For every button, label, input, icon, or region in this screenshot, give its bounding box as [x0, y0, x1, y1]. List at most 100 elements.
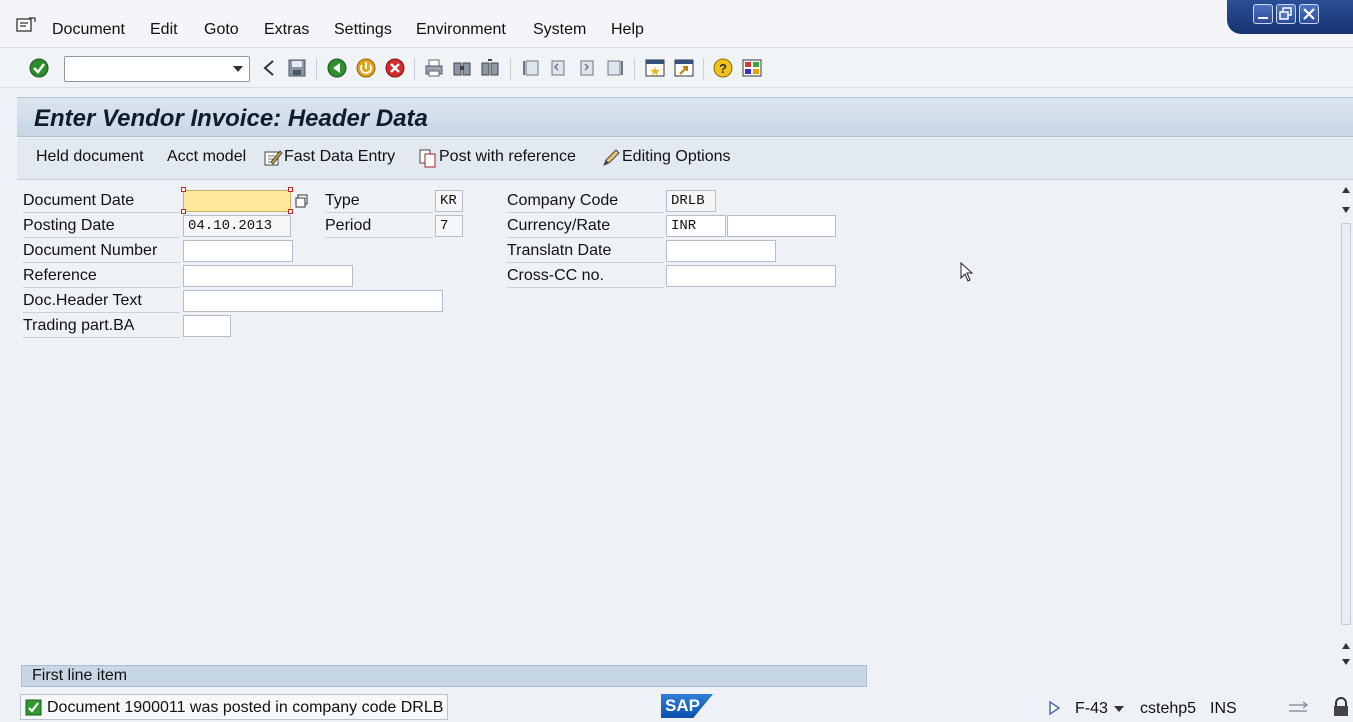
period-field[interactable]: 7 — [435, 215, 463, 237]
window-controls — [1227, 0, 1353, 34]
menu-settings[interactable]: Settings — [334, 21, 392, 39]
currency-rate-label: Currency/Rate — [507, 214, 664, 238]
scroll-down-icon[interactable] — [1342, 659, 1350, 665]
doc-header-text-field[interactable] — [183, 290, 443, 312]
print-icon[interactable] — [423, 57, 445, 79]
company-code-value: DRLB — [671, 193, 705, 209]
posting-date-value: 04.10.2013 — [188, 218, 273, 234]
mouse-cursor-icon — [960, 262, 974, 282]
customize-layout-icon[interactable] — [741, 57, 763, 79]
translatn-date-label: Translatn Date — [507, 239, 664, 263]
previous-page-icon[interactable] — [547, 57, 569, 79]
document-date-label: Document Date — [23, 189, 180, 213]
currency-value: INR — [671, 218, 697, 234]
server-name: cstehp5 — [1140, 700, 1197, 717]
lock-icon — [1334, 697, 1348, 716]
currency-field[interactable]: INR — [666, 215, 726, 237]
screen-title-bar: Enter Vendor Invoice: Header Data — [17, 97, 1353, 137]
find-next-icon[interactable] — [479, 57, 501, 79]
minimize-icon[interactable] — [1253, 4, 1273, 24]
scroll-up-icon[interactable] — [1342, 187, 1350, 193]
posting-date-field[interactable]: 04.10.2013 — [183, 215, 291, 237]
reference-label: Reference — [23, 264, 180, 288]
page-title: Enter Vendor Invoice: Header Data — [34, 105, 428, 132]
menu-help[interactable]: Help — [611, 21, 644, 39]
period-label: Period — [325, 214, 433, 238]
maximize-icon[interactable] — [1276, 4, 1296, 24]
header-data-form: Document Date Posting Date Document Numb… — [17, 181, 1339, 659]
transaction-code: F-43 — [1075, 700, 1108, 717]
create-session-icon[interactable] — [644, 57, 666, 79]
status-bar: Document 1900011 was posted in company c… — [0, 694, 1353, 722]
back-nav-icon[interactable] — [259, 57, 281, 79]
document-date-field[interactable] — [183, 190, 291, 212]
toolbar-separator — [703, 58, 704, 80]
company-code-field[interactable]: DRLB — [666, 190, 716, 212]
type-value: KR — [440, 193, 457, 209]
success-check-icon — [25, 699, 42, 716]
translatn-date-field[interactable] — [666, 240, 776, 262]
find-icon[interactable] — [451, 57, 473, 79]
document-number-label: Document Number — [23, 239, 180, 263]
selection-handle — [288, 187, 293, 192]
fast-data-entry-icon[interactable] — [263, 148, 283, 168]
cross-cc-no-field[interactable] — [666, 265, 836, 287]
status-message[interactable]: Document 1900011 was posted in company c… — [20, 694, 448, 720]
vertical-scrollbar[interactable] — [1339, 181, 1353, 667]
chevron-down-icon[interactable] — [233, 66, 243, 72]
exit-icon[interactable] — [355, 57, 377, 79]
post-with-reference-button[interactable]: Post with reference — [439, 148, 576, 166]
menu-environment[interactable]: Environment — [416, 21, 506, 39]
next-page-icon[interactable] — [576, 57, 598, 79]
shortcut-icon[interactable] — [673, 57, 695, 79]
toolbar-separator — [510, 58, 511, 80]
calendar-help-icon[interactable] — [294, 193, 310, 209]
menu-goto[interactable]: Goto — [204, 21, 239, 39]
first-line-item-label: First line item — [32, 667, 128, 684]
document-number-field[interactable] — [183, 240, 293, 262]
fast-data-entry-button[interactable]: Fast Data Entry — [284, 148, 395, 166]
menu-system[interactable]: System — [533, 21, 586, 39]
system-menu-icon[interactable] — [16, 17, 36, 33]
pencil-icon[interactable] — [601, 148, 621, 168]
back-icon[interactable] — [326, 57, 348, 79]
save-icon[interactable] — [286, 57, 308, 79]
post-with-reference-icon[interactable] — [418, 148, 438, 168]
scroll-page-up-icon[interactable] — [1342, 643, 1350, 649]
selection-handle — [288, 209, 293, 214]
status-message-text: Document 1900011 was posted in company c… — [47, 699, 444, 716]
held-document-button[interactable]: Held document — [36, 148, 144, 166]
status-expand-icon[interactable] — [1048, 701, 1060, 715]
help-icon[interactable]: ? — [712, 57, 734, 79]
scroll-page-down-icon[interactable] — [1342, 207, 1350, 213]
first-page-icon[interactable] — [520, 57, 542, 79]
chevron-down-icon[interactable] — [1113, 705, 1125, 713]
application-toolbar: Held document Acct model Fast Data Entry… — [17, 138, 1353, 180]
editing-options-button[interactable]: Editing Options — [622, 148, 731, 166]
enter-icon[interactable] — [28, 57, 50, 79]
doc-header-text-label: Doc.Header Text — [23, 289, 180, 313]
toolbar-separator — [316, 58, 317, 80]
cancel-icon[interactable] — [384, 57, 406, 79]
menu-document[interactable]: Document — [52, 21, 125, 39]
scrollbar-thumb[interactable] — [1341, 223, 1351, 625]
last-page-icon[interactable] — [604, 57, 626, 79]
command-field[interactable] — [64, 56, 250, 82]
input-mode[interactable]: INS — [1210, 700, 1237, 718]
close-icon[interactable] — [1299, 4, 1319, 24]
trading-part-ba-label: Trading part.BA — [23, 314, 180, 338]
type-field[interactable]: KR — [435, 190, 463, 212]
trading-part-ba-field[interactable] — [183, 315, 231, 337]
exchange-rate-field[interactable] — [727, 215, 836, 237]
svg-text:?: ? — [719, 61, 727, 76]
first-line-item-section: First line item — [21, 665, 867, 687]
acct-model-button[interactable]: Acct model — [167, 148, 246, 166]
selection-handle — [181, 187, 186, 192]
menu-edit[interactable]: Edit — [150, 21, 178, 39]
posting-date-label: Posting Date — [23, 214, 180, 238]
toolbar-separator — [414, 58, 415, 80]
type-label: Type — [325, 189, 433, 213]
menu-extras[interactable]: Extras — [264, 21, 309, 39]
reference-field[interactable] — [183, 265, 353, 287]
standard-toolbar: ? — [0, 48, 1353, 88]
